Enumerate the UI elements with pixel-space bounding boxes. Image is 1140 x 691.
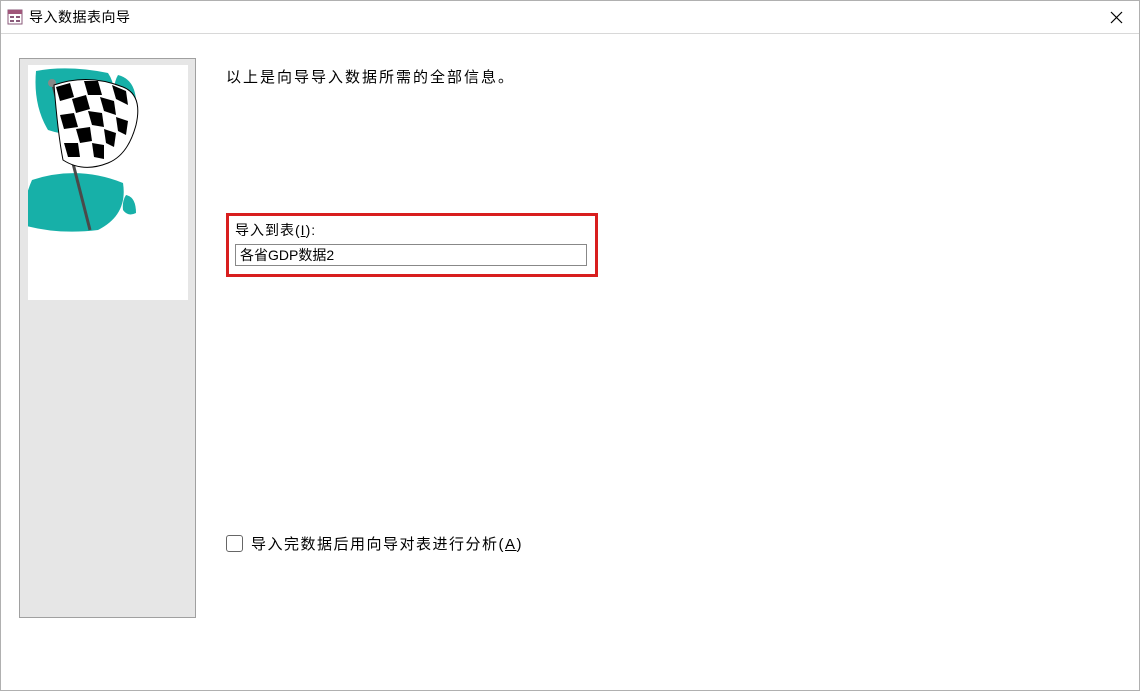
wizard-description: 以上是向导导入数据所需的全部信息。	[226, 66, 1121, 87]
content-area: 以上是向导导入数据所需的全部信息。 导入到表(I): 导入完数据后用向导对表进行…	[1, 34, 1139, 690]
import-table-label: 导入到表(I):	[235, 220, 589, 240]
highlight-box: 导入到表(I):	[226, 213, 598, 277]
close-icon	[1110, 11, 1123, 24]
wizard-finish-flag-image	[28, 65, 188, 300]
analyze-checkbox[interactable]	[226, 535, 243, 552]
main-area: 以上是向导导入数据所需的全部信息。 导入到表(I): 导入完数据后用向导对表进行…	[196, 58, 1121, 690]
titlebar: 导入数据表向导	[1, 1, 1139, 34]
app-icon	[7, 9, 23, 25]
close-button[interactable]	[1093, 1, 1139, 34]
import-table-section: 导入到表(I):	[226, 213, 1121, 277]
wizard-window: 导入数据表向导	[0, 0, 1140, 691]
analyze-checkbox-section: 导入完数据后用向导对表进行分析(A)	[226, 533, 523, 554]
analyze-checkbox-label: 导入完数据后用向导对表进行分析(A)	[251, 533, 523, 554]
import-table-input[interactable]	[235, 244, 587, 266]
window-title: 导入数据表向导	[29, 7, 131, 27]
side-panel	[19, 58, 196, 618]
